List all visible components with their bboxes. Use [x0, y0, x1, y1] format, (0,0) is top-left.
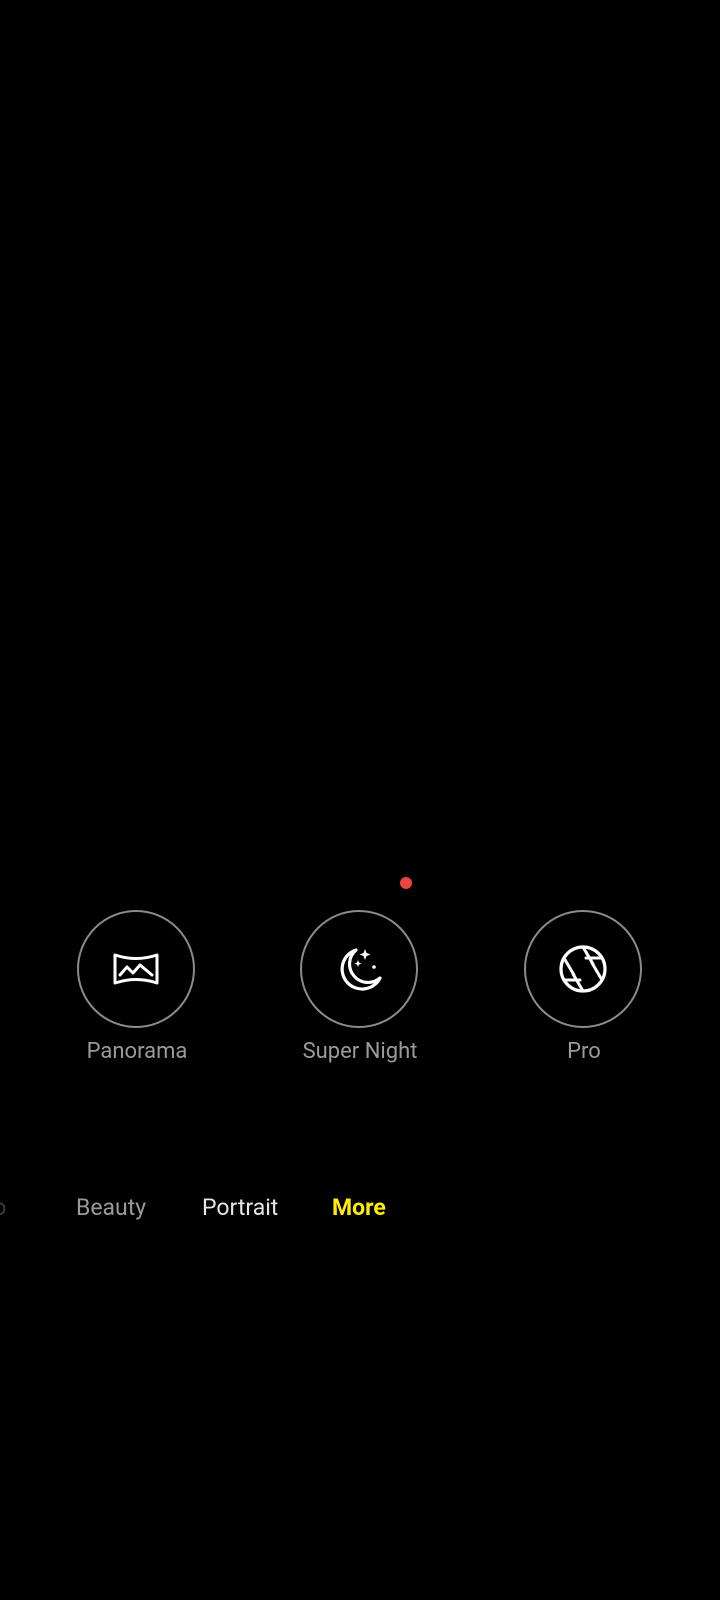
mode-super-night-label: Super Night	[302, 1039, 418, 1064]
mode-tab-portrait[interactable]: Portrait	[202, 1190, 278, 1226]
mode-super-night[interactable]: Super Night	[280, 910, 440, 1090]
mode-panorama-button[interactable]	[77, 910, 195, 1028]
moon-stars-icon	[340, 948, 382, 991]
mode-tab-photo[interactable]: to	[0, 1190, 6, 1226]
panorama-icon	[113, 953, 159, 985]
mode-super-night-button[interactable]	[300, 910, 418, 1028]
mode-pro[interactable]: Pro	[504, 910, 664, 1090]
camera-mode-bar: to Beauty Portrait More	[0, 1190, 720, 1226]
mode-panorama[interactable]: Panorama	[57, 910, 217, 1090]
mode-tab-more[interactable]: More	[332, 1190, 386, 1226]
camera-modes-grid: Panorama Super Night Pro	[0, 0, 720, 1600]
mode-tab-beauty[interactable]: Beauty	[76, 1190, 146, 1226]
mode-panorama-label: Panorama	[86, 1039, 188, 1064]
new-feature-dot	[400, 877, 412, 889]
mode-pro-button[interactable]	[524, 910, 642, 1028]
mode-pro-label: Pro	[567, 1039, 601, 1064]
aperture-icon	[559, 945, 607, 993]
